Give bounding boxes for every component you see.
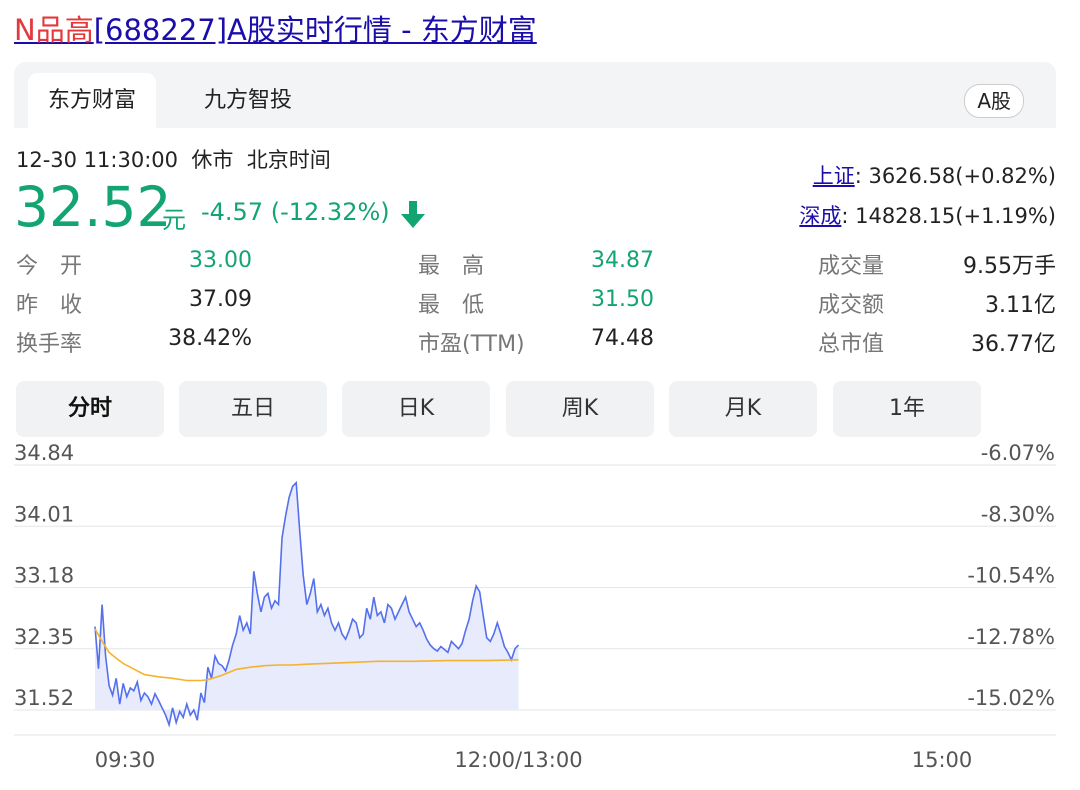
stat-label-high: 最 高 [418,254,485,279]
index-value: : 14828.15(+1.19%) [841,204,1056,228]
y-percent-label: -15.02% [967,686,1055,710]
stat-label-pe-ttm: 市盈(TTM) [418,332,525,357]
y-percent-label: -12.78% [967,625,1055,649]
y-percent-label: -8.30% [981,502,1055,526]
period-weekly-k-button[interactable]: 周K [506,381,654,437]
y-tick-label: 34.01 [14,502,74,526]
page-title-link[interactable]: N品高[688227]A股实时行情 - 东方财富 [14,8,537,52]
stat-value-market-cap: 36.77亿 [971,332,1056,357]
index-shenzhen[interactable]: 深成: 14828.15(+1.19%) [799,200,1056,230]
index-shanghai[interactable]: 上证: 3626.58(+0.82%) [813,160,1056,190]
stat-value-volume: 9.55万手 [963,254,1056,279]
period-monthly-k-button[interactable]: 月K [669,381,817,437]
x-tick-label: 12:00/13:00 [454,748,582,772]
x-tick-label: 15:00 [912,748,973,772]
source-tab-bar: 东方财富 九方智投 A股 [14,62,1056,128]
x-axis-labels: 09:30 12:00/13:00 15:00 [95,748,973,772]
stat-label-volume: 成交量 [818,254,885,279]
index-name[interactable]: 深成 [799,204,841,228]
stat-label-turnover: 成交额 [818,293,885,318]
stat-value-pe-ttm: 74.48 [591,326,654,351]
stat-label-open: 今 开 [16,254,83,279]
current-price: 32.52 [14,175,172,239]
stat-label-low: 最 低 [418,293,485,318]
y-axis-percent-labels: -6.07% -8.30% -10.54% -12.78% -15.02% [967,441,1055,710]
period-five-day-button[interactable]: 五日 [179,381,327,437]
y-tick-label: 32.35 [14,625,74,649]
tab-eastmoney[interactable]: 东方财富 [28,73,156,128]
chart-grid [14,464,1056,736]
tab-jiufang[interactable]: 九方智投 [184,73,312,128]
index-value: : 3626.58(+0.82%) [854,164,1056,188]
x-tick-label: 09:30 [95,748,156,772]
y-percent-label: -10.54% [967,564,1055,588]
period-one-year-button[interactable]: 1年 [833,381,981,437]
y-percent-label: -6.07% [981,441,1055,465]
stat-value-open: 33.00 [189,248,252,273]
market-badge[interactable]: A股 [964,84,1024,118]
period-daily-k-button[interactable]: 日K [342,381,490,437]
stock-code-title: [688227]A股实时行情 - 东方财富 [93,13,537,47]
timezone-label: 北京时间 [246,148,331,172]
arrow-down-icon [401,201,425,228]
stat-value-turnover-rate: 38.42% [168,326,252,351]
index-name[interactable]: 上证 [813,164,855,188]
price-change: -4.57 (-12.32%) [201,198,390,226]
stat-value-prev-close: 37.09 [189,287,252,312]
y-tick-label: 31.52 [14,686,74,710]
stat-label-market-cap: 总市值 [818,332,885,357]
quote-time: 12-30 11:30:00 [16,148,179,172]
stock-name: N品高 [14,13,94,47]
stat-value-low: 31.50 [591,287,654,312]
stat-value-turnover: 3.11亿 [985,293,1056,318]
y-tick-label: 33.18 [14,564,74,588]
stat-label-prev-close: 昨 收 [16,293,83,318]
trading-state: 休市 [191,148,234,172]
period-intraday-button[interactable]: 分时 [16,381,164,437]
stat-value-high: 34.87 [591,248,654,273]
intraday-chart[interactable]: 34.84 34.01 33.18 32.35 31.52 -6.07% -8.30% -1… [0,440,1080,790]
market-status: 12-30 11:30:00 休市 北京时间 [16,144,331,174]
price-unit: 元 [162,206,186,234]
y-axis-labels: 34.84 34.01 33.18 32.35 31.52 [14,441,74,710]
stat-label-turnover-rate: 换手率 [16,332,83,357]
y-tick-label: 34.84 [14,441,74,465]
